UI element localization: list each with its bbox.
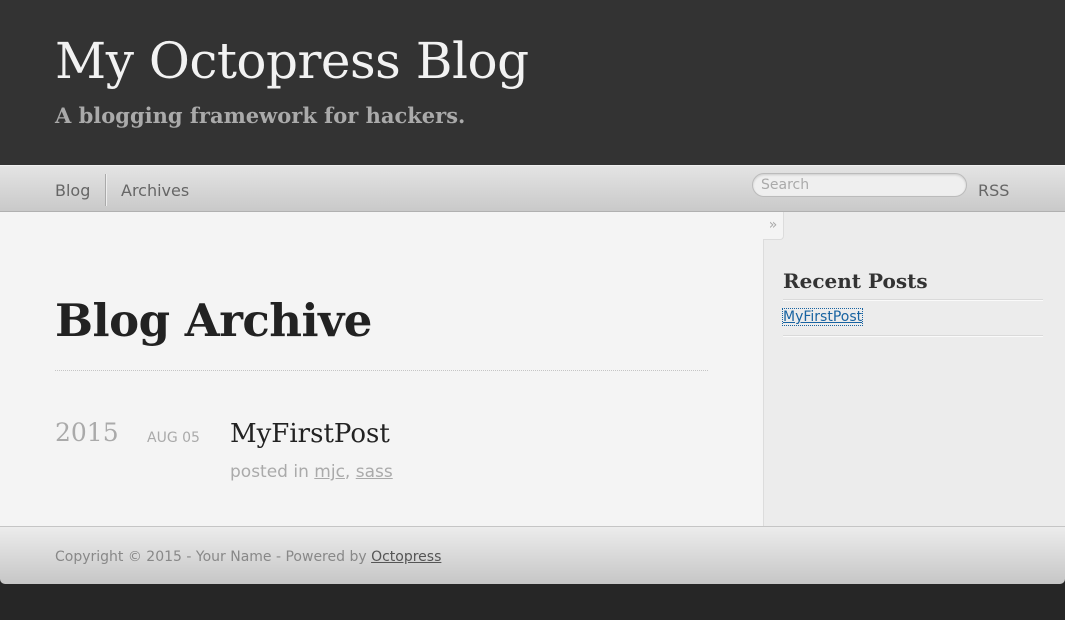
- copyright-text: Copyright © 2015 - Your Name - Powered b…: [55, 549, 367, 565]
- posted-in-label: posted in: [230, 462, 309, 482]
- recent-post-link[interactable]: MyFirstPost: [781, 308, 864, 326]
- footer-text: Copyright © 2015 - Your Name - Powered b…: [55, 549, 441, 565]
- site-title[interactable]: My Octopress Blog: [55, 34, 529, 89]
- sidebar-toggle-icon[interactable]: »: [763, 212, 784, 240]
- post-date: AUG 05: [147, 430, 200, 446]
- post-title-link[interactable]: MyFirstPost: [230, 419, 390, 449]
- main-content: » Blog Archive 2015 AUG 05 MyFirstPost p…: [0, 212, 1065, 526]
- category-link-sass[interactable]: sass: [356, 462, 393, 482]
- sidebar-divider: [783, 335, 1043, 337]
- archive-year: 2015: [55, 418, 119, 447]
- rss-link[interactable]: RSS: [978, 181, 1009, 200]
- page: My Octopress Blog A blogging framework f…: [0, 0, 1065, 620]
- recent-posts-heading: Recent Posts: [783, 269, 928, 293]
- site-header: My Octopress Blog A blogging framework f…: [0, 0, 1065, 165]
- nav-item-blog[interactable]: Blog: [55, 181, 90, 200]
- category-separator: ,: [344, 462, 351, 482]
- sidebar-divider: [783, 299, 1043, 301]
- nav-divider: [105, 174, 107, 206]
- site-footer: Copyright © 2015 - Your Name - Powered b…: [0, 526, 1065, 584]
- main-navigation: Blog Archives RSS: [0, 165, 1065, 212]
- title-divider: [55, 370, 708, 371]
- octopress-link[interactable]: Octopress: [371, 549, 441, 565]
- nav-item-archives[interactable]: Archives: [121, 181, 189, 200]
- category-link-mjc[interactable]: mjc: [314, 462, 345, 482]
- site-subtitle: A blogging framework for hackers.: [55, 103, 466, 128]
- post-categories: posted in mjc, sass: [230, 462, 393, 482]
- page-title: Blog Archive: [55, 294, 372, 347]
- search-input[interactable]: [752, 173, 967, 197]
- sidebar: [763, 212, 1065, 526]
